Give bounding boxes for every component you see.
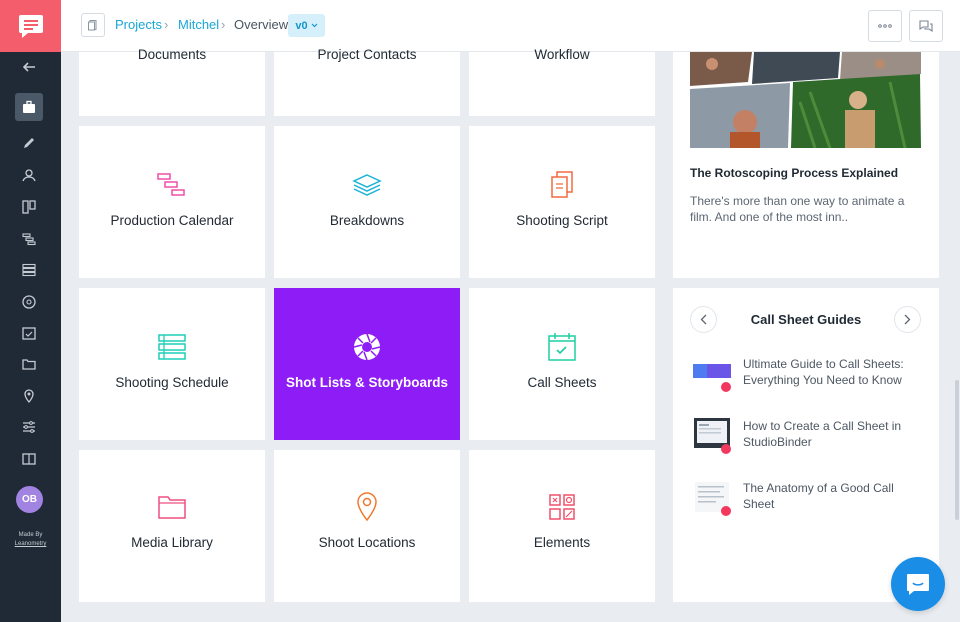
tile-label: Elements <box>533 535 591 550</box>
live-chat-button[interactable] <box>891 557 945 611</box>
unread-dot <box>721 506 731 516</box>
chat-bubbles-icon <box>919 20 933 33</box>
tile-shot-lists-storyboards[interactable]: Shot Lists & Storyboards <box>274 288 460 440</box>
guide-title: Ultimate Guide to Call Sheets: Everythin… <box>743 357 904 387</box>
app-logo[interactable] <box>0 0 61 52</box>
article-description: There's more than one way to animate a f… <box>690 194 905 224</box>
top-bar: Projects › Mitchel › Overview v0 <box>61 0 960 52</box>
breadcrumb-separator: › <box>164 17 169 32</box>
more-options-button[interactable] <box>868 10 902 42</box>
tile-label: Breakdowns <box>329 213 405 228</box>
ellipsis-icon <box>878 24 892 28</box>
calendar-bars-icon[interactable] <box>15 225 43 253</box>
aperture-icon <box>351 331 383 363</box>
page-scrollbar[interactable] <box>955 380 959 520</box>
production-calendar-icon <box>156 169 188 201</box>
call-sheet-guides-panel: Call Sheet Guides Ultimate Guide to Call… <box>673 288 939 602</box>
stripboard-icon[interactable] <box>15 256 43 284</box>
tile-production-calendar[interactable]: Production Calendar <box>79 126 265 278</box>
calendar-check-icon <box>546 331 578 363</box>
guide-item[interactable]: The Anatomy of a Good Call Sheet <box>693 480 923 520</box>
tile-label: Production Calendar <box>110 213 234 228</box>
chevron-down-icon <box>311 23 318 28</box>
tile-shooting-script[interactable]: Shooting Script <box>469 126 655 278</box>
user-avatar[interactable]: OB <box>16 486 43 513</box>
sliders-icon[interactable] <box>15 413 43 441</box>
layers-icon <box>351 169 383 201</box>
elements-grid-icon <box>546 491 578 523</box>
book-icon[interactable] <box>15 445 43 473</box>
comments-button[interactable] <box>909 10 943 42</box>
document-icon <box>88 20 97 31</box>
location-pin-icon <box>351 491 383 523</box>
calendar-check-icon[interactable] <box>15 319 43 347</box>
breadcrumb-projects[interactable]: Projects <box>115 17 162 33</box>
tile-label: Shooting Schedule <box>115 375 229 390</box>
tile-call-sheets[interactable]: Call Sheets <box>469 288 655 440</box>
made-by-brand[interactable]: Leanometry <box>0 540 61 549</box>
briefcase-icon[interactable] <box>15 93 43 121</box>
guide-title: The Anatomy of a Good Call Sheet <box>743 481 894 511</box>
tile-label: Project Contacts <box>317 47 417 62</box>
folder-icon <box>156 491 188 523</box>
version-dropdown[interactable]: v0 <box>288 14 325 37</box>
breadcrumb-project[interactable]: Mitchel <box>178 17 219 33</box>
tile-elements[interactable]: Elements <box>469 450 655 602</box>
guide-item[interactable]: How to Create a Call Sheet in StudioBind… <box>693 418 923 458</box>
aperture-icon[interactable] <box>15 288 43 316</box>
chevron-right-icon <box>904 314 911 325</box>
tile-shooting-schedule[interactable]: Shooting Schedule <box>79 288 265 440</box>
tile-breakdowns[interactable]: Breakdowns <box>274 126 460 278</box>
tile-project-contacts[interactable]: Project Contacts <box>274 47 460 116</box>
article-collage-image <box>690 52 921 148</box>
article-card[interactable]: The Rotoscoping Process Explained There'… <box>673 52 939 278</box>
guides-next-button[interactable] <box>894 306 921 333</box>
guide-item[interactable]: Ultimate Guide to Call Sheets: Everythin… <box>693 356 923 396</box>
tile-label: Workflow <box>534 47 590 62</box>
tile-label: Documents <box>137 47 207 62</box>
tile-media-library[interactable]: Media Library <box>79 450 265 602</box>
script-pages-icon <box>546 169 578 201</box>
location-pin-icon[interactable] <box>15 382 43 410</box>
tile-label: Shot Lists & Storyboards <box>285 375 449 390</box>
tile-label: Shooting Script <box>516 213 608 228</box>
guide-title: How to Create a Call Sheet in StudioBind… <box>743 419 902 449</box>
article-title[interactable]: The Rotoscoping Process Explained <box>690 166 898 180</box>
back-arrow-icon[interactable] <box>15 53 43 81</box>
chat-icon <box>907 574 929 595</box>
breadcrumb-current: Overview <box>234 17 289 32</box>
tile-label: Call Sheets <box>527 375 597 390</box>
breadcrumb-separator: › <box>221 17 226 32</box>
board-icon[interactable] <box>15 193 43 221</box>
folder-icon[interactable] <box>15 350 43 378</box>
project-home-button[interactable] <box>81 13 105 37</box>
pencil-icon[interactable] <box>15 129 43 157</box>
tile-documents[interactable]: Documents <box>79 47 265 116</box>
made-by-credit: Made By Leanometry <box>0 531 61 549</box>
unread-dot <box>721 444 731 454</box>
made-by-label: Made By <box>18 532 43 538</box>
tile-label: Media Library <box>131 535 213 550</box>
tile-workflow[interactable]: Workflow <box>469 47 655 116</box>
sidebar: OB Made By Leanometry <box>0 0 61 622</box>
tile-label: Shoot Locations <box>318 535 416 550</box>
contacts-icon[interactable] <box>15 161 43 189</box>
stripboard-icon <box>156 331 188 363</box>
version-label: v0 <box>295 19 308 32</box>
chat-logo-icon <box>18 15 43 38</box>
tile-shoot-locations[interactable]: Shoot Locations <box>274 450 460 602</box>
unread-dot <box>721 382 731 392</box>
